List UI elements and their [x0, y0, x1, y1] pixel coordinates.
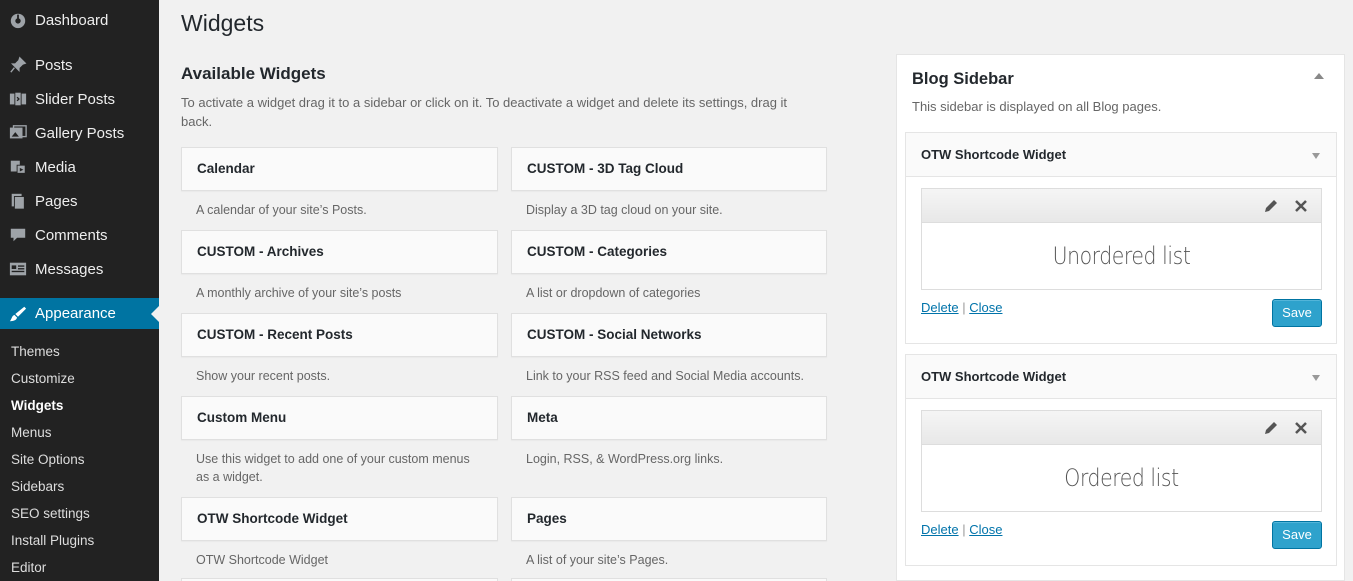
shortcode-content: Ordered list [1064, 464, 1179, 492]
widget-description: Display a 3D tag cloud on your site. [526, 203, 723, 217]
widget-actions: Delete | Close [921, 522, 1002, 537]
menu-item-comments[interactable]: Comments [0, 218, 159, 252]
gallery-icon [0, 124, 35, 142]
submenu-sidebars[interactable]: Sidebars [0, 473, 159, 500]
slider-icon [0, 90, 35, 108]
submenu-install-plugins[interactable]: Install Plugins [0, 527, 159, 554]
menu-label: Dashboard [35, 11, 109, 29]
brush-icon [0, 305, 35, 323]
menu-label: Pages [35, 192, 78, 210]
available-widgets-description: To activate a widget drag it to a sideba… [181, 95, 788, 129]
expand-arrow-icon[interactable] [1312, 153, 1320, 159]
save-button[interactable]: Save [1272, 521, 1322, 549]
menu-item-slider-posts[interactable]: Slider Posts [0, 82, 159, 116]
menu-item-gallery-posts[interactable]: Gallery Posts [0, 116, 159, 150]
sidebar-widget-body: Ordered list Delete | Close Save [906, 399, 1336, 565]
delete-link[interactable]: Delete [921, 300, 959, 315]
page-title: Widgets [181, 10, 265, 36]
submenu-customize[interactable]: Customize [0, 365, 159, 392]
widget-description: A monthly archive of your site’s posts [196, 286, 402, 300]
shortcode-toolbar [922, 189, 1321, 223]
sidebar-widget: OTW Shortcode Widget Unordered list Dele… [905, 132, 1337, 344]
widget-meta[interactable]: Meta [511, 396, 827, 440]
submenu-editor[interactable]: Editor [0, 554, 159, 581]
close-link[interactable]: Close [969, 522, 1002, 537]
widget-recent-posts[interactable]: CUSTOM - Recent Posts [181, 313, 498, 357]
widget-actions: Delete | Close [921, 300, 1002, 315]
submenu-site-options[interactable]: Site Options [0, 446, 159, 473]
sidebar-title[interactable]: Blog Sidebar [912, 70, 1014, 89]
widget-description: Show your recent posts. [196, 369, 331, 383]
menu-item-pages[interactable]: Pages [0, 184, 159, 218]
pencil-icon[interactable] [1263, 198, 1279, 214]
available-widgets-title: Available Widgets [181, 64, 326, 83]
widget-social-networks[interactable]: CUSTOM - Social Networks [511, 313, 827, 357]
pin-icon [0, 56, 35, 74]
appearance-submenu: Themes Customize Widgets Menus Site Opti… [0, 338, 159, 581]
close-icon[interactable] [1293, 198, 1309, 214]
admin-menu: Dashboard Posts Slider Posts Gallery Pos… [0, 0, 159, 581]
shortcode-toolbar [922, 411, 1321, 445]
widget-pages[interactable]: Pages [511, 497, 827, 541]
delete-link[interactable]: Delete [921, 522, 959, 537]
shortcode-box: Unordered list [921, 188, 1322, 290]
shortcode-box: Ordered list [921, 410, 1322, 512]
menu-label: Appearance [35, 305, 116, 322]
widget-description: OTW Shortcode Widget [196, 553, 328, 567]
widget-custom-menu[interactable]: Custom Menu [181, 396, 498, 440]
widget-description: A list or dropdown of categories [526, 286, 701, 300]
widget-description: Link to your RSS feed and Social Media a… [526, 369, 804, 383]
submenu-menus[interactable]: Menus [0, 419, 159, 446]
widget-calendar[interactable]: Calendar [181, 147, 498, 191]
sidebar-widget-title: OTW Shortcode Widget [921, 147, 1067, 162]
menu-item-posts[interactable]: Posts [0, 48, 159, 82]
widget-description: A list of your site’s Pages. [526, 553, 669, 567]
menu-label: Gallery Posts [35, 124, 125, 142]
save-button[interactable]: Save [1272, 299, 1322, 327]
comment-icon [0, 226, 35, 244]
blog-sidebar-panel: Blog Sidebar This sidebar is displayed o… [896, 54, 1345, 581]
submenu-widgets[interactable]: Widgets [0, 392, 159, 419]
close-link[interactable]: Close [969, 300, 1002, 315]
widget-3d-tag-cloud[interactable]: CUSTOM - 3D Tag Cloud [511, 147, 827, 191]
separator: | [962, 300, 966, 315]
menu-label: Messages [35, 260, 104, 278]
pencil-icon[interactable] [1263, 420, 1279, 436]
widget-description: Login, RSS, & WordPress.org links. [526, 452, 724, 466]
widget-description: Use this widget to add one of your custo… [196, 452, 470, 484]
menu-item-appearance[interactable]: Appearance [0, 298, 159, 329]
media-icon [0, 158, 35, 176]
widget-otw-shortcode[interactable]: OTW Shortcode Widget [181, 497, 498, 541]
close-icon[interactable] [1293, 420, 1309, 436]
dashboard-icon [0, 11, 35, 29]
menu-label: Posts [35, 56, 73, 74]
submenu-themes[interactable]: Themes [0, 338, 159, 365]
pages-icon [0, 192, 35, 210]
expand-arrow-icon[interactable] [1312, 375, 1320, 381]
widget-description: A calendar of your site’s Posts. [196, 203, 367, 217]
widget-archives[interactable]: CUSTOM - Archives [181, 230, 498, 274]
widget-categories[interactable]: CUSTOM - Categories [511, 230, 827, 274]
sidebar-widget-title: OTW Shortcode Widget [921, 369, 1067, 384]
sidebar-widget-header[interactable]: OTW Shortcode Widget [906, 133, 1336, 177]
messages-icon [0, 260, 35, 278]
sidebar-description: This sidebar is displayed on all Blog pa… [912, 99, 1162, 114]
shortcode-content: Unordered list [1052, 242, 1191, 270]
menu-item-dashboard[interactable]: Dashboard [0, 3, 159, 37]
menu-label: Media [35, 158, 76, 176]
menu-item-messages[interactable]: Messages [0, 252, 159, 286]
sidebar-widget: OTW Shortcode Widget Ordered list Delete… [905, 354, 1337, 566]
sidebar-widget-header[interactable]: OTW Shortcode Widget [906, 355, 1336, 399]
menu-label: Comments [35, 226, 108, 244]
separator: | [962, 522, 966, 537]
submenu-seo-settings[interactable]: SEO settings [0, 500, 159, 527]
menu-label: Slider Posts [35, 90, 116, 108]
sidebar-widget-body: Unordered list Delete | Close Save [906, 177, 1336, 343]
menu-item-media[interactable]: Media [0, 150, 159, 184]
collapse-arrow-icon[interactable] [1314, 73, 1324, 79]
